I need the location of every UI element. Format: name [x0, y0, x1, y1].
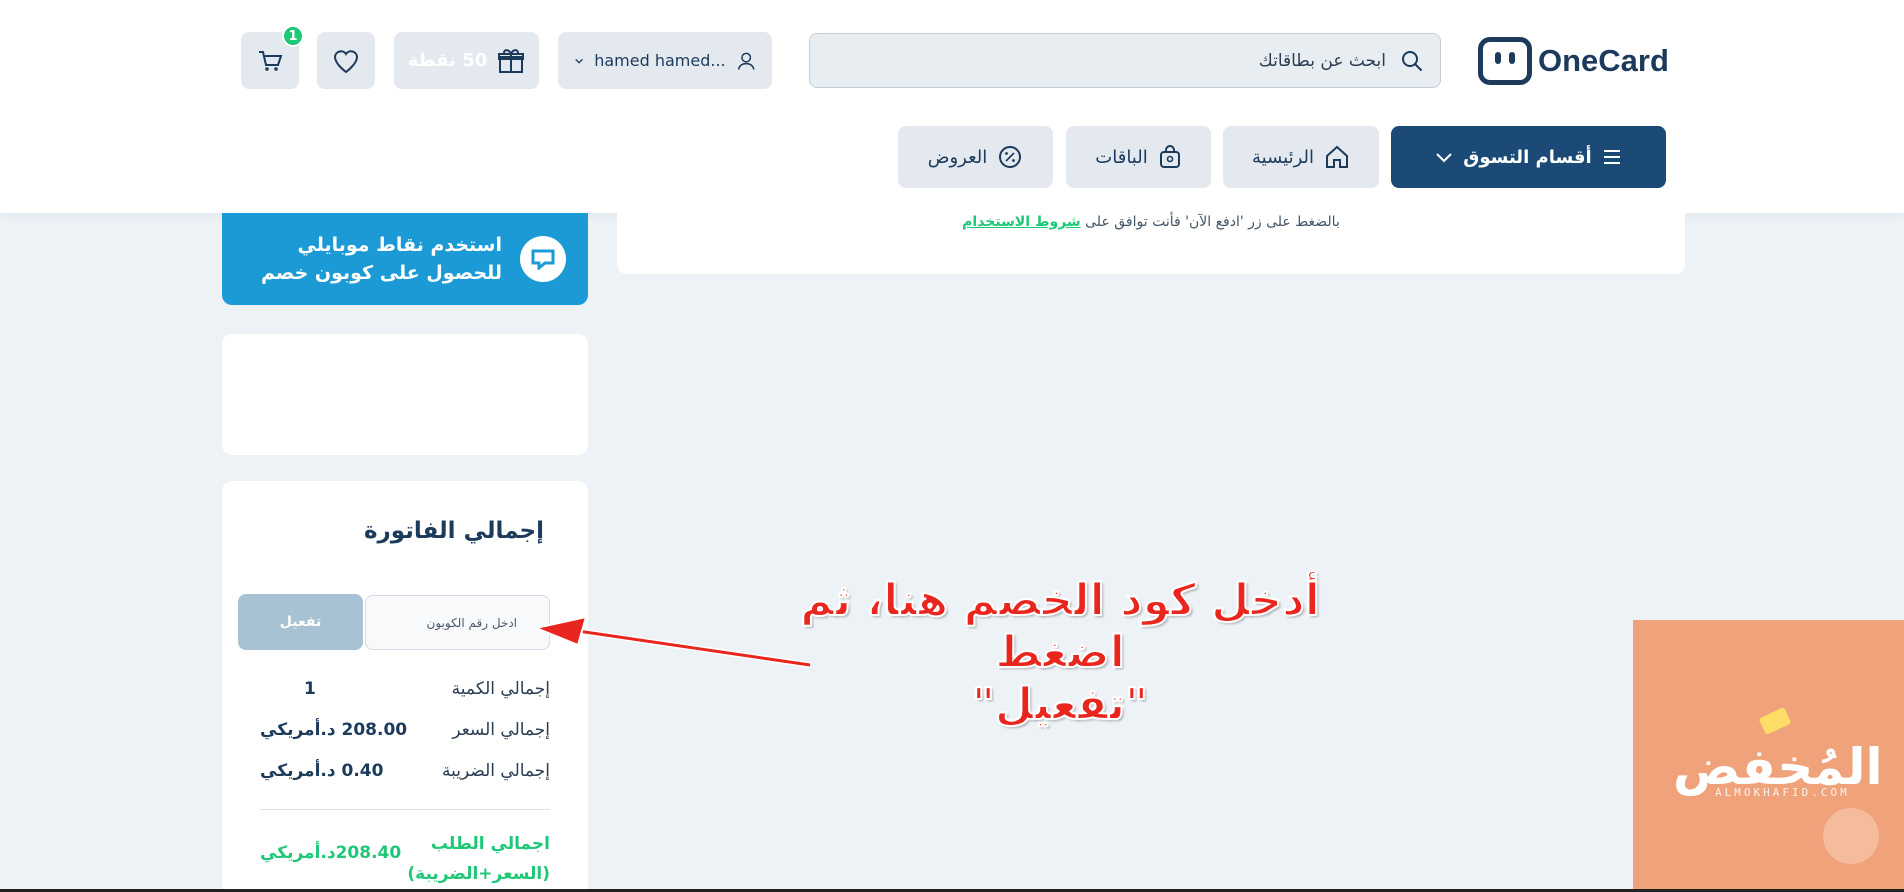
price-label: إجمالي السعر [452, 720, 550, 740]
logo-text: OneCard [1538, 43, 1669, 78]
nav-packages-label: الباقات [1095, 146, 1148, 168]
invoice-summary: إجمالي الفاتورة ادخل رقم الكوبون تفعيل إ… [222, 481, 588, 892]
mobily-line2: للحصول على كوبون خصم [260, 262, 502, 284]
empty-card [222, 334, 588, 455]
qty-value: 1 [304, 679, 316, 699]
top-header: OneCard ابحث عن بطاقاتك hamed hamed... 5… [0, 0, 1904, 213]
heart-icon [333, 49, 359, 73]
nav-offers[interactable]: العروض [898, 126, 1053, 188]
gift-icon [498, 48, 525, 73]
mobily-line1: استخدم نقاط موبايلي [297, 234, 502, 256]
invoice-title: إجمالي الفاتورة [363, 518, 544, 544]
search-input[interactable]: ابحث عن بطاقاتك [809, 33, 1441, 88]
discount-icon [999, 146, 1022, 168]
tax-label: إجمالي الضريبة [442, 761, 550, 781]
coupon-input[interactable]: ادخل رقم الكوبون [365, 595, 550, 650]
onecard-logo-icon [1478, 37, 1532, 85]
bag-icon [1159, 145, 1180, 168]
points-button[interactable]: 50 نقطة [394, 32, 539, 89]
terms-text: بالضغط على زر 'ادفع الآن' فأنت توافق على… [617, 214, 1685, 230]
cart-icon [259, 50, 283, 71]
price-row: إجمالي السعر 208.00 د.أمريكي [260, 720, 550, 740]
annotation-line2: "تفعيل" [971, 678, 1149, 731]
mobily-logo-icon [520, 236, 566, 282]
mobily-text: استخدم نقاط موبايلي للحصول على كوبون خصم [261, 231, 502, 287]
annotation-text: أدخل كود الخصم هنا، ثم اضغط "تفعيل" [770, 574, 1350, 731]
tag-icon [1758, 706, 1792, 736]
cart-count-badge: 1 [282, 25, 304, 47]
user-menu[interactable]: hamed hamed... [558, 32, 772, 89]
menu-icon [1603, 150, 1620, 164]
chevron-down-icon [1436, 153, 1452, 163]
nav-offers-label: العروض [927, 146, 988, 168]
qty-label: إجمالي الكمية [451, 679, 550, 699]
nav-home[interactable]: الرئيسية [1223, 126, 1379, 188]
total-value: 208.40د.أمريكي [260, 843, 402, 863]
price-value: 208.00 د.أمريكي [260, 720, 408, 740]
terms-prefix: بالضغط على زر 'ادفع الآن' فأنت توافق على [1085, 214, 1340, 230]
tax-value: 0.40 د.أمريكي [260, 761, 384, 781]
mobily-points-banner[interactable]: استخدم نقاط موبايلي للحصول على كوبون خصم [222, 213, 588, 305]
nav-home-label: الرئيسية [1252, 146, 1314, 168]
nav-packages[interactable]: الباقات [1066, 126, 1211, 188]
annotation-line1: أدخل كود الخصم هنا، ثم اضغط [799, 574, 1321, 679]
almokhafid-watermark: المُخفض ALMOKHAFID.COM [1633, 620, 1904, 892]
total-label: اجمالي الطلب (السعر+الضريبة) [407, 834, 550, 884]
user-name: hamed hamed... [594, 51, 726, 70]
points-label: 50 نقطة [407, 50, 488, 71]
shop-categories-label: أقسام التسوق [1463, 146, 1592, 168]
avatar-icon [1823, 808, 1879, 864]
tax-row: إجمالي الضريبة 0.40 د.أمريكي [260, 761, 550, 781]
chevron-down-icon [575, 58, 583, 64]
shop-categories-button[interactable]: أقسام التسوق [1391, 126, 1666, 188]
terms-card: بالضغط على زر 'ادفع الآن' فأنت توافق على… [617, 213, 1685, 274]
activate-coupon-button[interactable]: تفعيل [238, 594, 363, 650]
terms-link[interactable]: شروط الاستخدام [962, 214, 1081, 230]
search-placeholder: ابحث عن بطاقاتك [1258, 50, 1386, 71]
search-icon [1402, 50, 1422, 71]
divider [260, 809, 550, 810]
onecard-logo[interactable]: OneCard [1478, 37, 1669, 85]
home-icon [1326, 145, 1348, 168]
watermark-sub: ALMOKHAFID.COM [1715, 786, 1850, 799]
wishlist-button[interactable] [317, 32, 375, 89]
user-icon [737, 52, 755, 70]
qty-row: إجمالي الكمية 1 [260, 679, 550, 699]
